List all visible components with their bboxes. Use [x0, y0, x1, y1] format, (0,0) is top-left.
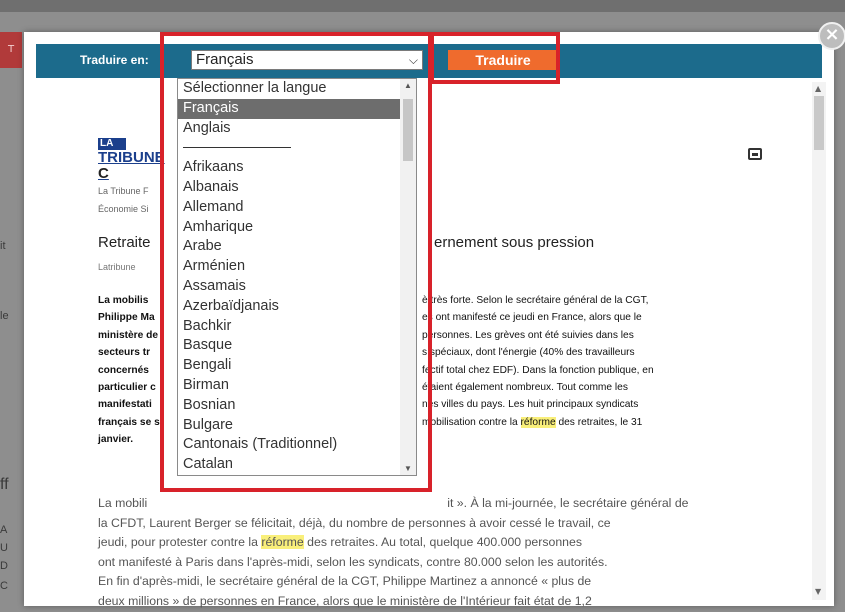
body-text: deux millions » de personnes en France, …: [98, 593, 592, 608]
source-name: La Tribune F: [98, 186, 149, 196]
lead-line-right: étaient également nombreux. Tout comme l…: [422, 379, 628, 396]
lead-line-left: Philippe Ma: [98, 312, 155, 324]
background-text-fragment: ff: [0, 476, 9, 493]
lead-text: es ont manifesté ce jeudi en France, alo…: [422, 312, 642, 324]
background-text-fragment: U: [0, 542, 8, 554]
translate-label: Traduire en:: [80, 53, 149, 67]
logo-bottom-text: TRIBUNE: [98, 149, 165, 166]
body-line: jeudi, pour protester contre la réforme …: [98, 533, 778, 553]
scroll-up-icon[interactable]: ▲: [815, 84, 821, 93]
lead-line-left: français se s: [98, 416, 160, 428]
highlight-box-translate-button: [430, 32, 560, 84]
body-line: deux millions » de personnes en France, …: [98, 592, 778, 612]
body-text: ont manifesté à Paris dans l'après-midi,…: [98, 554, 608, 569]
body-line: ont manifesté à Paris dans l'après-midi,…: [98, 553, 778, 573]
body-text: des retraites. Au total, quelque 400.000…: [303, 535, 582, 550]
la-tribune-logo: LA TRIBUNE C: [98, 138, 168, 182]
body-text: la CFDT, Laurent Berger se félicitait, d…: [98, 515, 611, 530]
scrollbar-thumb[interactable]: [814, 96, 824, 150]
lead-line-left: particulier c: [98, 381, 156, 393]
lead-line-right: personnes. Les grèves ont été suivies da…: [422, 327, 634, 344]
highlight-box-language-select: [160, 32, 432, 492]
background-red-tab: T: [0, 32, 22, 68]
lead-line-left: secteurs tr: [98, 347, 151, 359]
lead-text: étaient également nombreux. Tout comme l…: [422, 381, 628, 393]
background-top-strip: [0, 0, 845, 12]
background-text-fragment: it: [0, 240, 6, 252]
body-text: it ». À la mi-journée, le secrétaire gén…: [447, 496, 689, 510]
lead-text: s spéciaux, dont l'énergie (40% des trav…: [422, 347, 635, 359]
source-category: Économie Si: [98, 204, 149, 214]
modal-scrollbar[interactable]: ▲ ▼: [812, 82, 826, 600]
lead-line-right: s spéciaux, dont l'énergie (40% des trav…: [422, 344, 635, 361]
article-body: La mobili it ». À la mi-journée, le secré…: [98, 494, 778, 612]
body-line: La mobili it ». À la mi-journée, le secré…: [98, 494, 778, 514]
lead-line-right: fectif total chez EDF). Dans la fonction…: [422, 362, 654, 379]
lead-text: fectif total chez EDF). Dans la fonction…: [422, 364, 654, 376]
body-text: jeudi, pour protester contre la: [98, 535, 262, 550]
highlighted-word: réforme: [261, 535, 304, 550]
lead-line-right: mobilisation contre la réforme des retra…: [422, 414, 642, 431]
lead-line-right: è très forte. Selon le secrétaire généra…: [422, 292, 649, 309]
lead-line-left: La mobilis: [98, 295, 149, 306]
body-text: En fin d'après-midi, le secrétaire génér…: [98, 574, 592, 589]
highlighted-word: réforme: [520, 416, 556, 428]
close-button[interactable]: ×: [818, 22, 845, 50]
lead-text: nes villes du pays. Les huit principaux …: [422, 399, 639, 411]
lead-text: mobilisation contre la: [422, 416, 521, 428]
scroll-down-icon[interactable]: ▼: [815, 587, 821, 596]
background-text-fragment: le: [0, 310, 9, 322]
lead-line-left: janvier.: [98, 434, 134, 446]
background-text-fragment: A: [0, 524, 8, 536]
lead-line-right: nes villes du pays. Les huit principaux …: [422, 396, 638, 413]
background-text-fragment: D: [0, 560, 8, 572]
headline-left: Retraite: [98, 234, 151, 251]
lead-text: personnes. Les grèves ont été suivies da…: [422, 329, 634, 341]
background-text-fragment: C: [0, 580, 8, 592]
image-icon[interactable]: [748, 148, 762, 160]
logo-trail-text: C: [98, 165, 109, 182]
lead-line-left: manifestati: [98, 399, 152, 411]
body-line: la CFDT, Laurent Berger se félicitait, d…: [98, 514, 778, 534]
headline-right: ernement sous pression: [434, 234, 595, 251]
lead-line-left: concernés: [98, 364, 149, 376]
lead-line-left: ministère de: [98, 329, 159, 341]
body-line: En fin d'après-midi, le secrétaire génér…: [98, 572, 778, 592]
lead-text: des retraites, le 31: [555, 416, 643, 428]
lead-text: è très forte. Selon le secrétaire généra…: [422, 295, 649, 306]
lead-line-right: es ont manifesté ce jeudi en France, alo…: [422, 309, 642, 326]
article-byline: Latribune: [98, 262, 136, 272]
body-text: La mobili: [98, 496, 148, 510]
